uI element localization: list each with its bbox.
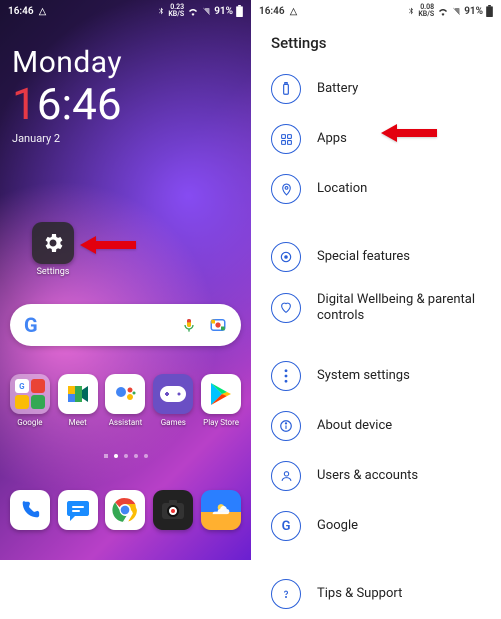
google-g-icon: G: [271, 511, 301, 541]
network-speed: 0.23KB/S: [168, 4, 184, 18]
clock-time: 16:46: [12, 82, 239, 126]
app-icon-settings[interactable]: Settings: [32, 222, 74, 277]
clock-widget[interactable]: Monday 16:46 January 2: [0, 20, 251, 145]
app-icon-games[interactable]: Games: [151, 374, 195, 427]
day-of-week: Monday: [12, 45, 239, 80]
wifi-icon: [187, 7, 199, 16]
settings-item-users[interactable]: Users & accounts: [251, 451, 501, 501]
camera-lens-icon[interactable]: [209, 316, 227, 334]
clock-date: January 2: [12, 132, 239, 145]
settings-item-battery[interactable]: Battery: [251, 64, 501, 114]
settings-item-google[interactable]: G Google: [251, 501, 501, 551]
notification-icon: [38, 7, 47, 16]
battery-icon: [236, 5, 243, 17]
heart-icon: [271, 293, 301, 323]
dock-icon-chrome[interactable]: [103, 490, 147, 530]
app-icon-google-folder[interactable]: G Google: [8, 374, 52, 427]
notification-icon: [289, 7, 298, 16]
dots-vertical-icon: [271, 361, 301, 391]
user-icon: [271, 461, 301, 491]
app-icon-playstore[interactable]: Play Store: [199, 374, 243, 427]
settings-item-label: Tips & Support: [317, 586, 402, 602]
app-label: Settings: [32, 267, 74, 277]
annotation-arrow-icon: [80, 234, 136, 256]
mic-icon[interactable]: [181, 316, 197, 334]
battery-icon: [271, 74, 301, 104]
annotation-arrow-icon: [381, 122, 437, 144]
settings-screen: 16:46 0.08KB/S 91% Settings: [251, 0, 501, 560]
location-pin-icon: [271, 174, 301, 204]
dock-icon-camera[interactable]: [151, 490, 195, 530]
settings-item-system[interactable]: System settings: [251, 351, 501, 401]
battery-icon: [486, 5, 493, 17]
dock-icon-messages[interactable]: [56, 490, 100, 530]
settings-item-location[interactable]: Location: [251, 164, 501, 214]
settings-item-label: System settings: [317, 368, 410, 384]
gear-icon: [32, 222, 74, 264]
settings-item-tips[interactable]: Tips & Support: [251, 569, 501, 619]
home-screen: 16:46 0.23KB/S 91% Monday: [0, 0, 251, 560]
battery-percent: 91%: [214, 6, 233, 17]
battery-percent: 91%: [464, 6, 483, 17]
settings-item-special[interactable]: Special features: [251, 232, 501, 282]
settings-item-label: Users & accounts: [317, 468, 418, 484]
app-icon-assistant[interactable]: Assistant: [103, 374, 147, 427]
settings-item-label: Location: [317, 181, 367, 197]
apps-grid-icon: [271, 124, 301, 154]
page-title: Settings: [251, 20, 501, 64]
app-row: G Google Meet Assistant Games Play Store: [0, 374, 251, 427]
page-indicator[interactable]: [0, 454, 251, 458]
dock-icon-phone[interactable]: [8, 490, 52, 530]
status-bar: 16:46 0.23KB/S 91%: [0, 0, 251, 20]
wifi-icon: [437, 7, 449, 16]
info-icon: [271, 411, 301, 441]
settings-item-about[interactable]: About device: [251, 401, 501, 451]
network-speed: 0.08KB/S: [418, 4, 434, 18]
dock: [0, 490, 251, 530]
bluetooth-icon: [157, 6, 165, 16]
star-icon: [271, 242, 301, 272]
dock-icon-weather[interactable]: [199, 490, 243, 530]
settings-item-label: Special features: [317, 249, 410, 265]
statusbar-time: 16:46: [259, 6, 285, 17]
app-icon-meet[interactable]: Meet: [56, 374, 100, 427]
settings-item-wellbeing[interactable]: Digital Wellbeing & parental controls: [251, 282, 501, 333]
settings-item-label: Digital Wellbeing & parental controls: [317, 292, 481, 323]
settings-item-label: Google: [317, 518, 358, 534]
google-search-bar[interactable]: G: [10, 304, 241, 346]
bluetooth-icon: [407, 6, 415, 16]
settings-list[interactable]: Battery Apps Location Special features D…: [251, 64, 501, 619]
settings-item-apps[interactable]: Apps: [251, 114, 501, 164]
no-sim-icon: [452, 6, 461, 16]
settings-item-label: Apps: [317, 131, 347, 147]
question-icon: [271, 579, 301, 609]
no-sim-icon: [202, 6, 211, 16]
settings-item-label: About device: [317, 418, 392, 434]
statusbar-time: 16:46: [8, 6, 34, 17]
status-bar: 16:46 0.08KB/S 91%: [251, 0, 501, 20]
settings-item-label: Battery: [317, 81, 358, 97]
google-logo-icon: G: [24, 313, 38, 337]
